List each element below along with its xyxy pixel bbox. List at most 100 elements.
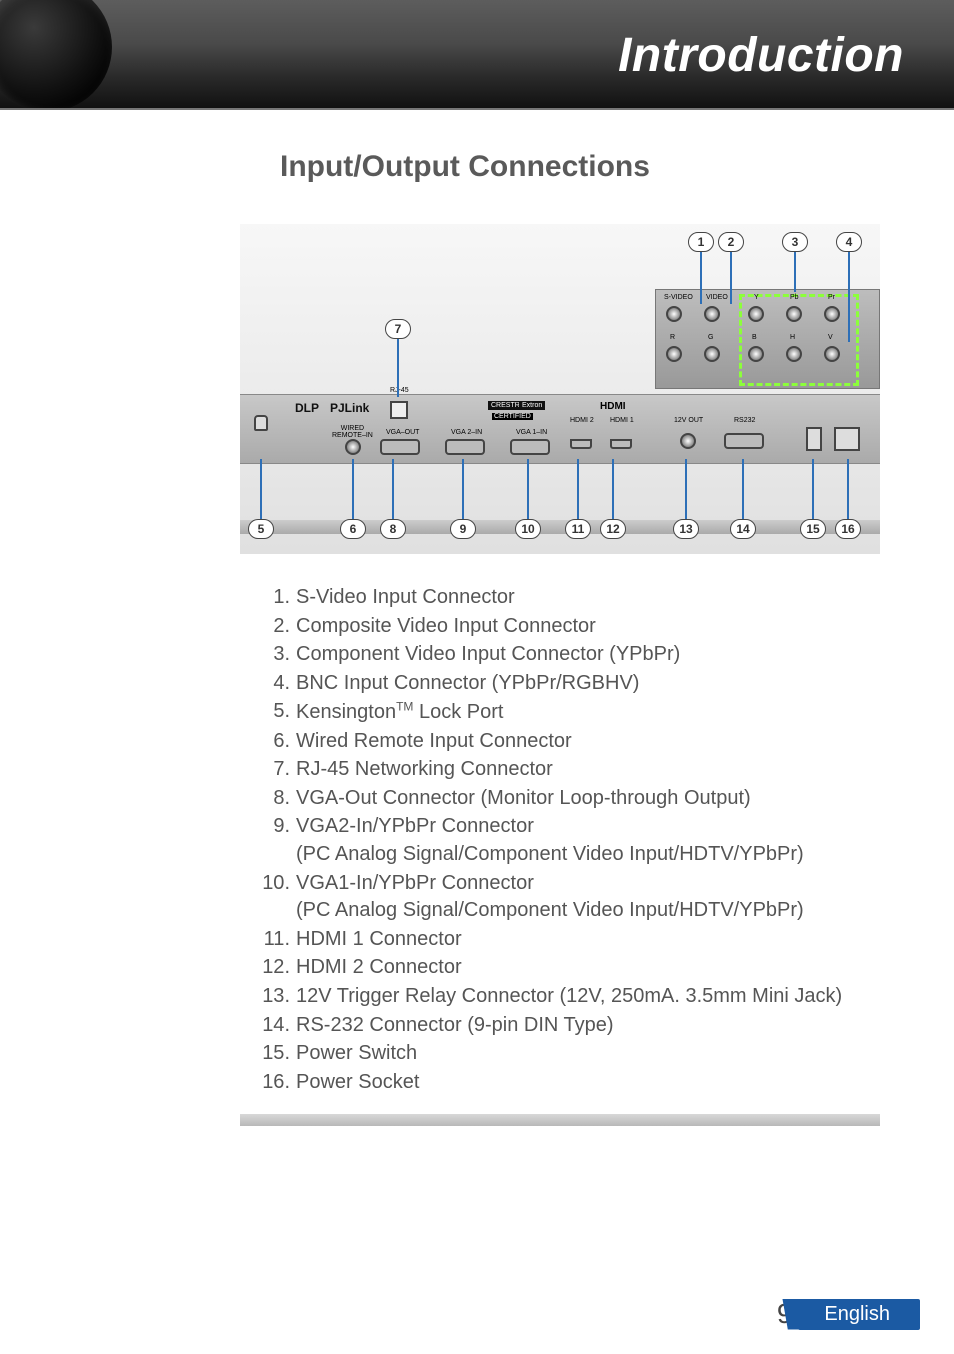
connector-legend-list: S-Video Input Connector Composite Video … bbox=[250, 584, 890, 1096]
label-vga2-in: VGA 2–IN bbox=[451, 429, 482, 436]
list-item: VGA-Out Connector (Monitor Loop-through … bbox=[250, 785, 890, 813]
label-b: B bbox=[752, 334, 757, 341]
list-item: VGA2-In/YPbPr Connector (PC Analog Signa… bbox=[250, 813, 890, 868]
list-item-text: RJ-45 Networking Connector bbox=[296, 758, 553, 780]
logo-hdmi: HDMI bbox=[600, 401, 626, 412]
page-header: Introduction bbox=[0, 0, 954, 110]
list-item: KensingtonTM Lock Port bbox=[250, 698, 890, 726]
chapter-title: Introduction bbox=[618, 28, 904, 83]
label-rj45: RJ-45 bbox=[390, 387, 409, 394]
logo-pjlink: PJLink bbox=[330, 401, 369, 415]
label-12v: 12V OUT bbox=[674, 417, 703, 424]
power-socket bbox=[834, 427, 860, 451]
leader-13 bbox=[685, 459, 687, 519]
list-item-text: S-Video Input Connector bbox=[296, 586, 515, 608]
list-item: RS-232 Connector (9-pin DIN Type) bbox=[250, 1012, 890, 1040]
list-item: VGA1-In/YPbPr Connector (PC Analog Signa… bbox=[250, 870, 890, 925]
leader-2 bbox=[730, 252, 732, 304]
label-rs232: RS232 bbox=[734, 417, 755, 424]
page-footer: 9 English bbox=[777, 1298, 920, 1330]
leader-6 bbox=[352, 459, 354, 519]
language-tab: English bbox=[798, 1299, 920, 1330]
leader-5 bbox=[260, 459, 262, 519]
list-item-text: KensingtonTM Lock Port bbox=[296, 701, 503, 723]
callout-13: 13 bbox=[673, 519, 699, 539]
label-pr: Pr bbox=[828, 294, 835, 301]
list-item: Composite Video Input Connector bbox=[250, 613, 890, 641]
main-panel: DLP PJLink RJ-45 WIRED REMOTE–IN VGA–OUT… bbox=[240, 394, 880, 464]
port-vga-out bbox=[380, 439, 420, 455]
callout-5: 5 bbox=[248, 519, 274, 539]
callout-4: 4 bbox=[836, 232, 862, 252]
leader-15 bbox=[812, 459, 814, 519]
logo-dlp: DLP bbox=[295, 401, 319, 415]
callout-16: 16 bbox=[835, 519, 861, 539]
leader-16 bbox=[847, 459, 849, 519]
label-svideo: S-VIDEO bbox=[664, 294, 693, 301]
connector-diagram: S-VIDEO VIDEO Y Pb Pr R G B H V DLP PJLi… bbox=[240, 224, 880, 554]
callout-1: 1 bbox=[688, 232, 714, 252]
port-bnc-h bbox=[786, 346, 802, 362]
leader-7 bbox=[397, 339, 399, 397]
port-vga1-in bbox=[510, 439, 550, 455]
port-bnc-r bbox=[666, 346, 682, 362]
leader-11 bbox=[577, 459, 579, 519]
list-item-text: Component Video Input Connector (YPbPr) bbox=[296, 643, 680, 665]
list-item: Wired Remote Input Connector bbox=[250, 728, 890, 756]
label-y: Y bbox=[754, 294, 759, 301]
list-item-text: Power Socket bbox=[296, 1071, 419, 1093]
list-item: HDMI 2 Connector bbox=[250, 954, 890, 982]
language-label: English bbox=[824, 1303, 890, 1325]
port-vga2-in bbox=[445, 439, 485, 455]
port-wired-remote bbox=[345, 439, 361, 455]
label-vga-out: VGA–OUT bbox=[386, 429, 419, 436]
logo-extron: Extron bbox=[519, 401, 545, 410]
list-item-text: RS-232 Connector (9-pin DIN Type) bbox=[296, 1014, 614, 1036]
leader-8 bbox=[392, 459, 394, 519]
port-pb bbox=[786, 306, 802, 322]
port-bnc-g bbox=[704, 346, 720, 362]
callout-9: 9 bbox=[450, 519, 476, 539]
list-item: BNC Input Connector (YPbPr/RGBHV) bbox=[250, 670, 890, 698]
callout-6: 6 bbox=[340, 519, 366, 539]
leader-9 bbox=[462, 459, 464, 519]
callout-10: 10 bbox=[515, 519, 541, 539]
port-hdmi1 bbox=[610, 439, 632, 449]
list-item-text: BNC Input Connector (YPbPr/RGBHV) bbox=[296, 672, 639, 694]
port-bnc-b bbox=[748, 346, 764, 362]
callout-3: 3 bbox=[782, 232, 808, 252]
port-bnc-v bbox=[824, 346, 840, 362]
callout-15: 15 bbox=[800, 519, 826, 539]
label-v: V bbox=[828, 334, 833, 341]
section-heading: Input/Output Connections bbox=[280, 150, 954, 184]
callout-12: 12 bbox=[600, 519, 626, 539]
list-item-text: 12V Trigger Relay Connector (12V, 250mA.… bbox=[296, 985, 842, 1007]
list-item-text: HDMI 2 Connector bbox=[296, 956, 462, 978]
port-y bbox=[748, 306, 764, 322]
callout-8: 8 bbox=[380, 519, 406, 539]
callout-14: 14 bbox=[730, 519, 756, 539]
list-item-text: VGA1-In/YPbPr Connector (PC Analog Signa… bbox=[296, 872, 804, 922]
list-item: S-Video Input Connector bbox=[250, 584, 890, 612]
logo-certified: CERTIFIED bbox=[492, 413, 533, 420]
list-item-text: Power Switch bbox=[296, 1042, 417, 1064]
callout-11: 11 bbox=[565, 519, 591, 539]
label-video: VIDEO bbox=[706, 294, 728, 301]
list-item: HDMI 1 Connector bbox=[250, 926, 890, 954]
label-g: G bbox=[708, 334, 713, 341]
list-item-text: Composite Video Input Connector bbox=[296, 615, 596, 637]
list-item-text: VGA-Out Connector (Monitor Loop-through … bbox=[296, 787, 751, 809]
list-item: Component Video Input Connector (YPbPr) bbox=[250, 641, 890, 669]
leader-10 bbox=[527, 459, 529, 519]
label-hdmi1: HDMI 1 bbox=[610, 417, 634, 424]
list-item: Power Switch bbox=[250, 1040, 890, 1068]
leader-14 bbox=[742, 459, 744, 519]
port-pr bbox=[824, 306, 840, 322]
power-switch bbox=[806, 427, 822, 451]
section-separator bbox=[240, 1114, 880, 1126]
label-pb: Pb bbox=[790, 294, 799, 301]
port-svideo bbox=[666, 306, 682, 322]
label-wired-remote: WIRED REMOTE–IN bbox=[332, 425, 373, 439]
list-item: Power Socket bbox=[250, 1069, 890, 1097]
callout-2: 2 bbox=[718, 232, 744, 252]
